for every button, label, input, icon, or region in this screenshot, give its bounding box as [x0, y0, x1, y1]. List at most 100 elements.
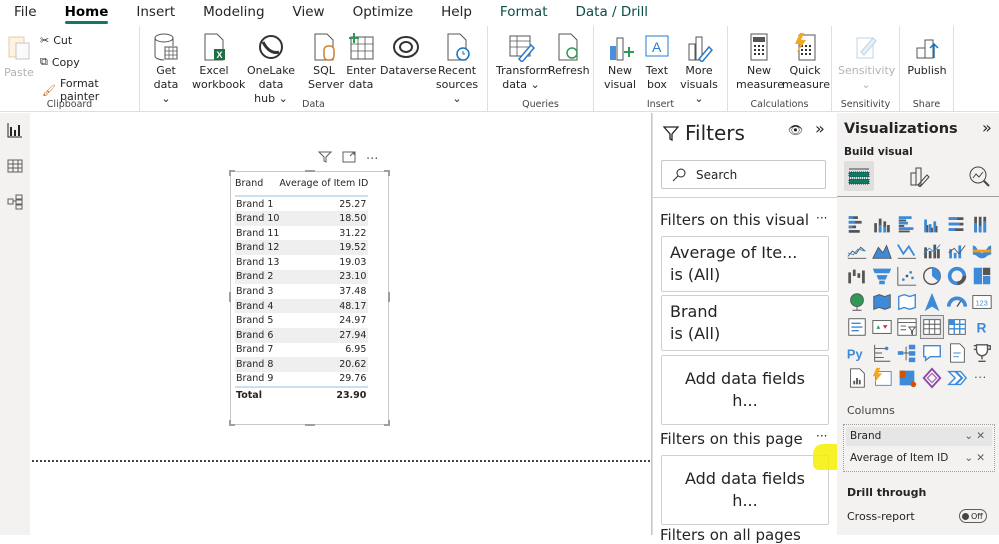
line-chart-icon[interactable]: [845, 239, 869, 263]
tab-view[interactable]: View: [279, 0, 339, 26]
pie-chart-icon[interactable]: [920, 264, 944, 288]
line-area-icon[interactable]: [895, 239, 919, 263]
field-well-average-item-id[interactable]: Average of Item ID ⌄✕: [846, 449, 992, 468]
clustered-column-icon[interactable]: [920, 213, 944, 237]
scatter-icon[interactable]: [895, 264, 919, 288]
shape-map-icon[interactable]: [895, 290, 919, 314]
filter-card-average[interactable]: Average of Ite... is (All): [661, 236, 829, 292]
waterfall-icon[interactable]: [845, 264, 869, 288]
table-row[interactable]: Brand 13 19.03: [235, 255, 368, 270]
stacked-bar-icon[interactable]: [845, 213, 869, 237]
build-visual-tab[interactable]: [844, 161, 874, 191]
r-visual-icon[interactable]: R: [970, 315, 994, 339]
paste-button[interactable]: Paste: [4, 30, 34, 80]
filter-card-brand[interactable]: Brand is (All): [661, 295, 829, 351]
filter-icon[interactable]: [317, 151, 333, 167]
map-icon[interactable]: [845, 290, 869, 314]
dataverse-button[interactable]: Dataverse: [380, 30, 437, 78]
ribbon-chart-icon[interactable]: [970, 239, 994, 263]
table-visual[interactable]: Brand Average of Item ID Brand 1 25.27 Bra…: [229, 170, 390, 426]
tab-file[interactable]: File: [0, 0, 51, 26]
get-data-button[interactable]: Get data ⌄: [148, 30, 184, 106]
slicer-icon[interactable]: [895, 315, 919, 339]
tab-modeling[interactable]: Modeling: [189, 0, 278, 26]
filled-map-icon[interactable]: [870, 290, 894, 314]
table-row[interactable]: Brand 1 25.27: [235, 196, 368, 211]
100-stacked-column-icon[interactable]: [970, 213, 994, 237]
multi-row-card-icon[interactable]: [845, 315, 869, 339]
analytics-tab[interactable]: [964, 161, 994, 191]
publish-button[interactable]: Publish: [906, 30, 948, 78]
table-row[interactable]: Brand 7 6.95: [235, 343, 368, 358]
table-row[interactable]: Brand 3 37.48: [235, 284, 368, 299]
recent-sources-button[interactable]: Recent sources ⌄: [432, 30, 482, 106]
key-influencers-icon[interactable]: [870, 341, 894, 365]
clustered-bar-icon[interactable]: [895, 213, 919, 237]
tab-format[interactable]: Format: [485, 0, 562, 26]
cut-button[interactable]: ✂ Cut: [40, 34, 72, 47]
paginated-report-icon[interactable]: [845, 366, 869, 390]
model-view-icon[interactable]: [7, 194, 23, 210]
add-fields-visual-dropzone[interactable]: Add data fields h...: [661, 355, 829, 425]
power-automate-icon[interactable]: [945, 366, 969, 390]
chevron-down-close-icons[interactable]: ⌄✕: [964, 449, 992, 468]
resize-handle[interactable]: [305, 170, 315, 172]
100-stacked-bar-icon[interactable]: [945, 213, 969, 237]
resize-handle[interactable]: [305, 424, 315, 426]
python-visual-icon[interactable]: Py: [845, 341, 869, 365]
kpi-icon[interactable]: [870, 315, 894, 339]
qa-icon[interactable]: [920, 341, 944, 365]
report-view-icon[interactable]: [7, 122, 23, 138]
more-visuals-button[interactable]: More visuals ⌄: [676, 30, 722, 106]
treemap-icon[interactable]: [970, 264, 994, 288]
table-row[interactable]: Brand 8 20.62: [235, 357, 369, 372]
onelake-hub-button[interactable]: OneLake data hub ⌄: [236, 30, 306, 106]
refresh-button[interactable]: Refresh: [548, 30, 590, 78]
collapse-filters-icon[interactable]: »: [815, 119, 825, 138]
table-row[interactable]: Brand 9 29.76: [235, 372, 368, 387]
more-options-icon[interactable]: ···: [366, 152, 378, 167]
report-canvas[interactable]: ··· Brand Average of Item ID Brand 1 25.2…: [30, 113, 652, 535]
tab-help[interactable]: Help: [427, 0, 486, 26]
power-apps-icon[interactable]: [895, 366, 919, 390]
table-row[interactable]: Brand 10 18.50: [235, 211, 369, 226]
columns-well[interactable]: Brand ⌄✕ Average of Item ID ⌄✕: [843, 424, 995, 472]
chevron-down-close-icons[interactable]: ⌄✕: [964, 427, 992, 446]
stacked-column-icon[interactable]: [870, 213, 894, 237]
sql-server-button[interactable]: SQL Server: [308, 30, 344, 92]
smart-narrative-icon[interactable]: [945, 341, 969, 365]
tab-home[interactable]: Home: [51, 0, 123, 26]
matrix-icon[interactable]: [945, 315, 969, 339]
table-row[interactable]: Brand 11 31.22: [235, 226, 368, 241]
resize-handle[interactable]: [229, 292, 231, 302]
table-row[interactable]: Brand 2 23.10: [235, 269, 369, 285]
card-icon[interactable]: 123: [970, 290, 994, 314]
power-apps-diamond-icon[interactable]: [920, 366, 944, 390]
gauge-icon[interactable]: [945, 290, 969, 314]
transform-data-button[interactable]: Transform data ⌄: [496, 30, 551, 92]
new-visual-button[interactable]: New visual: [600, 30, 640, 92]
tab-insert[interactable]: Insert: [122, 0, 189, 26]
quick-measure-button[interactable]: Quick measure: [782, 30, 830, 92]
resize-handle[interactable]: [229, 170, 231, 176]
table-view-icon[interactable]: [7, 158, 23, 174]
resize-handle[interactable]: [388, 420, 390, 426]
resize-handle[interactable]: [388, 292, 390, 302]
resize-handle[interactable]: [229, 420, 231, 426]
decomposition-tree-icon[interactable]: [895, 341, 919, 365]
excel-workbook-button[interactable]: X Excel workbook: [192, 30, 245, 92]
cross-report-toggle[interactable]: Off: [959, 509, 987, 523]
line-column-icon[interactable]: [920, 239, 944, 263]
filters-search-input[interactable]: Search: [661, 160, 826, 189]
line-clustered-icon[interactable]: [945, 239, 969, 263]
enter-data-button[interactable]: Enter data: [344, 30, 378, 92]
text-box-button[interactable]: A Text box: [642, 30, 672, 92]
table-row[interactable]: Brand 4 48.17: [235, 298, 369, 314]
format-visual-tab[interactable]: [904, 161, 934, 191]
table-icon[interactable]: [920, 315, 944, 339]
sensitivity-button[interactable]: Sensitivity ⌄: [838, 30, 895, 92]
funnel-icon[interactable]: [870, 264, 894, 288]
azure-map-icon[interactable]: [920, 290, 944, 314]
table-row[interactable]: Brand 6 27.94: [235, 327, 369, 343]
area-chart-icon[interactable]: [870, 239, 894, 263]
